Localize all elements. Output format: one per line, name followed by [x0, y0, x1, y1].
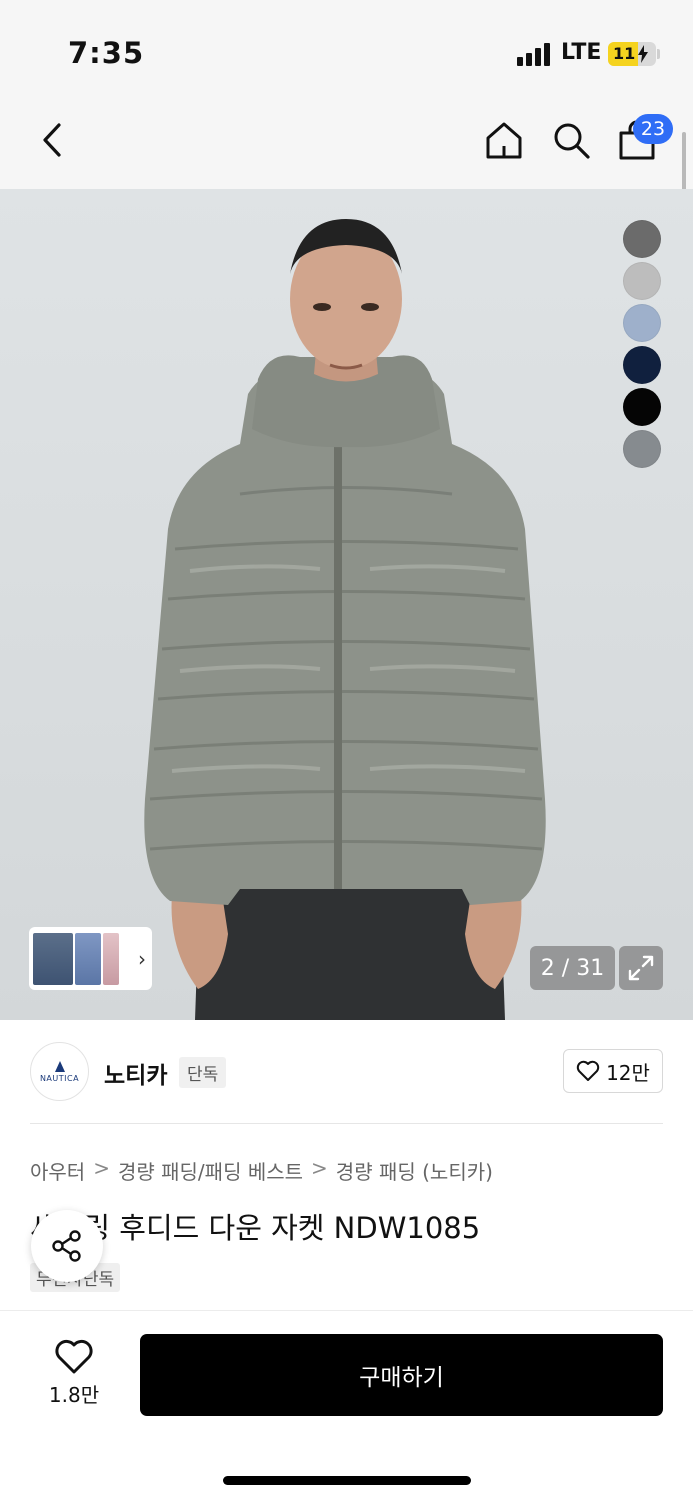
share-icon — [52, 1230, 81, 1262]
thumbnail-strip[interactable]: › — [29, 927, 152, 990]
color-swatch[interactable] — [623, 346, 661, 384]
color-swatch[interactable] — [623, 220, 661, 258]
cart-count-badge: 23 — [633, 114, 673, 144]
brand-logo-text: NAUTICA — [39, 1074, 80, 1083]
buy-button[interactable]: 구매하기 — [140, 1334, 663, 1416]
chevron-right-icon: › — [138, 947, 146, 971]
wishlist-button[interactable]: 1.8만 — [34, 1339, 114, 1408]
status-time: 7:35 — [68, 36, 145, 70]
breadcrumb-separator: > — [311, 1156, 328, 1180]
status-bar: 7:35 LTE 11 — [0, 0, 693, 100]
brand-like-button[interactable]: 12만 — [563, 1049, 663, 1093]
breadcrumb-item[interactable]: 경량 패딩/패딩 베스트 — [118, 1156, 303, 1185]
color-swatch[interactable] — [623, 430, 661, 468]
product-photo — [144, 219, 546, 1020]
thumbnail — [33, 932, 73, 985]
product-image[interactable] — [0, 189, 693, 1020]
network-label: LTE — [561, 40, 602, 65]
wishlist-count: 1.8만 — [48, 1383, 100, 1407]
battery-tip — [657, 49, 660, 59]
top-nav: 23 — [0, 100, 693, 189]
brand-logo[interactable]: NAUTICA — [30, 1042, 89, 1101]
color-swatch[interactable] — [623, 262, 661, 300]
brand-like-count: 12만 — [606, 1060, 650, 1085]
search-button[interactable] — [549, 118, 593, 162]
expand-button[interactable] — [619, 946, 663, 990]
breadcrumb-separator: > — [93, 1156, 110, 1180]
battery-icon: 11 — [608, 42, 656, 66]
color-swatches — [623, 220, 661, 468]
brand-name[interactable]: 노티카 — [104, 1056, 167, 1090]
chevron-left-icon — [43, 123, 61, 157]
brand-row: NAUTICA 노티카 단독 12만 — [0, 1020, 693, 1124]
heart-icon — [55, 1339, 93, 1374]
divider — [30, 1123, 663, 1124]
color-swatch[interactable] — [623, 388, 661, 426]
search-icon — [554, 123, 590, 159]
image-counter: 2 / 31 — [530, 946, 615, 990]
brand-exclusive-tag: 단독 — [179, 1057, 227, 1088]
home-button[interactable] — [482, 118, 526, 162]
signal-icon — [517, 42, 550, 66]
bottom-action-bar: 1.8만 구매하기 — [0, 1310, 693, 1500]
breadcrumb: 아우터 > 경량 패딩/패딩 베스트 > 경량 패딩 (노티카) — [30, 1156, 493, 1185]
battery-level: 11 — [613, 44, 636, 63]
thumbnail — [75, 932, 101, 985]
home-indicator[interactable] — [223, 1476, 471, 1485]
breadcrumb-item[interactable]: 경량 패딩 (노티카) — [336, 1156, 493, 1185]
share-button[interactable] — [31, 1210, 103, 1282]
heart-icon — [576, 1060, 600, 1081]
color-swatch[interactable] — [623, 304, 661, 342]
expand-icon — [628, 955, 654, 981]
back-button[interactable] — [30, 118, 74, 162]
breadcrumb-item[interactable]: 아우터 — [30, 1156, 85, 1185]
home-icon — [486, 122, 522, 159]
sail-icon — [54, 1061, 65, 1072]
thumbnail — [103, 932, 119, 985]
